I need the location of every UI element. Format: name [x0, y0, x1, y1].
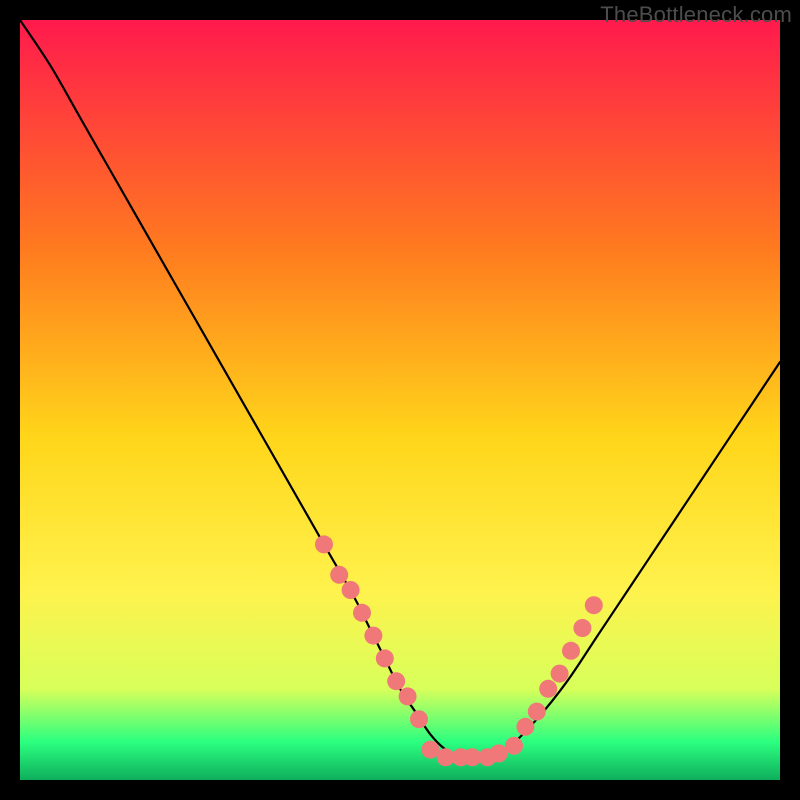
highlight-dot	[387, 672, 405, 690]
highlight-dot	[342, 581, 360, 599]
highlight-dot	[410, 710, 428, 728]
highlight-dot	[376, 649, 394, 667]
highlight-dot	[505, 737, 523, 755]
chart-stage: TheBottleneck.com	[0, 0, 800, 800]
highlight-dot	[585, 596, 603, 614]
highlight-dot	[573, 619, 591, 637]
highlight-dot	[539, 680, 557, 698]
plot-area	[20, 20, 780, 780]
highlight-dot	[516, 718, 534, 736]
highlight-dot	[315, 535, 333, 553]
highlight-dot	[353, 604, 371, 622]
highlight-dot	[399, 687, 417, 705]
highlight-dot	[330, 566, 348, 584]
highlight-dot	[528, 703, 546, 721]
highlight-dot	[364, 627, 382, 645]
highlight-dot	[562, 642, 580, 660]
gradient-background	[20, 20, 780, 780]
highlight-dot	[551, 665, 569, 683]
bottleneck-curve-chart	[20, 20, 780, 780]
